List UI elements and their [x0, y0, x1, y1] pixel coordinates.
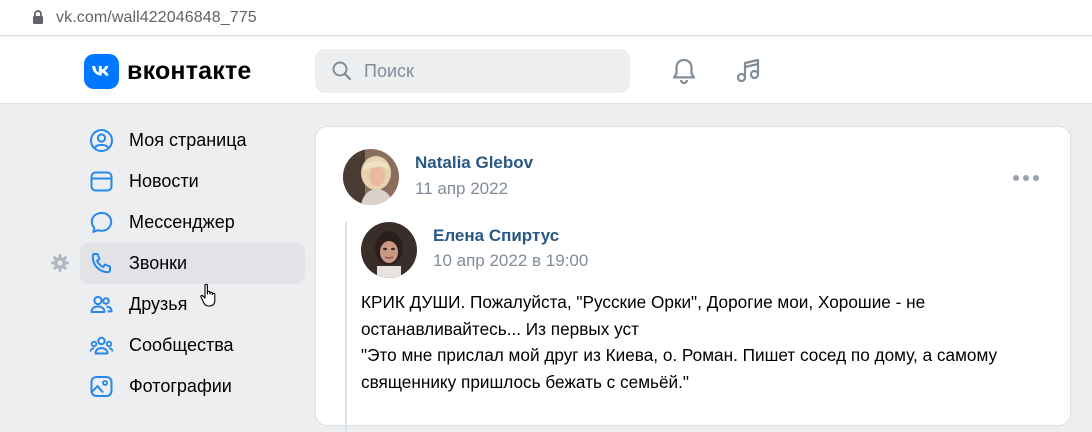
nav-item-photos[interactable]: Фотографии	[80, 366, 305, 407]
post-text-line: священнику пришлось бежать с семьёй."	[361, 371, 689, 392]
vk-logo[interactable]: вконтакте	[84, 54, 252, 89]
repost-date[interactable]: 10 апр 2022 в 19:00	[433, 251, 588, 271]
news-icon	[89, 169, 114, 194]
nav-item-my-page[interactable]: Моя страница	[80, 120, 305, 161]
search-input[interactable]	[364, 60, 604, 82]
nav-item-news[interactable]: Новости	[80, 161, 305, 202]
post-more-menu-icon[interactable]	[1013, 175, 1039, 181]
hand-pointer-cursor-icon	[200, 283, 220, 309]
friends-icon	[89, 292, 114, 317]
post-text-line: КРИК ДУШИ. Пожалуйста, "Русские Орки", Д…	[361, 292, 926, 312]
nav-item-calls[interactable]: Звонки	[80, 243, 305, 284]
nav-label: Мессенджер	[129, 212, 235, 232]
notifications-button[interactable]	[668, 55, 700, 87]
nav-label: Моя страница	[129, 130, 247, 150]
bell-icon	[672, 58, 696, 85]
author-avatar[interactable]	[343, 149, 399, 205]
phone-icon	[89, 251, 114, 276]
url-text[interactable]: vk.com/wall422046848_775	[56, 9, 257, 27]
communities-icon	[89, 333, 114, 358]
logo-text: вконтакте	[127, 57, 252, 85]
nav-item-friends[interactable]: Друзья	[80, 284, 305, 325]
vk-logo-icon	[84, 54, 119, 89]
music-button[interactable]	[733, 55, 765, 87]
search-box[interactable]	[315, 49, 630, 93]
lock-icon	[31, 10, 45, 26]
nav-label: Звонки	[129, 253, 188, 273]
photo-icon	[89, 374, 114, 399]
nav-label: Сообщества	[129, 335, 234, 355]
repost-divider	[345, 222, 347, 432]
nav-label: Фотографии	[129, 376, 232, 396]
post-text: КРИК ДУШИ. Пожалуйста, "Русские Орки", Д…	[361, 289, 1041, 395]
nav-item-communities[interactable]: Сообщества	[80, 325, 305, 366]
repost-author-avatar[interactable]	[361, 222, 417, 278]
wall-post: Natalia Glebov 11 апр 2022 Елена Спиртус…	[315, 126, 1071, 432]
gear-icon[interactable]	[50, 253, 70, 273]
repost-author-name[interactable]: Елена Спиртус	[433, 226, 559, 246]
message-bubble-icon	[89, 210, 114, 235]
post-author-name[interactable]: Natalia Glebov	[415, 153, 533, 173]
user-circle-icon	[89, 128, 114, 153]
search-icon	[331, 60, 353, 82]
post-text-line: "Это мне прислал мой друг из Киева, о. Р…	[361, 345, 998, 365]
nav-label: Новости	[129, 171, 199, 191]
nav-item-messenger[interactable]: Мессенджер	[80, 202, 305, 243]
browser-address-bar[interactable]: vk.com/wall422046848_775	[0, 0, 1092, 36]
nav-label: Друзья	[129, 294, 188, 314]
music-note-icon	[736, 58, 760, 83]
site-header: вконтакте	[0, 37, 1092, 104]
post-date[interactable]: 11 апр 2022	[415, 179, 508, 199]
post-text-line: останавливайтесь... Из первых уст	[361, 318, 639, 339]
